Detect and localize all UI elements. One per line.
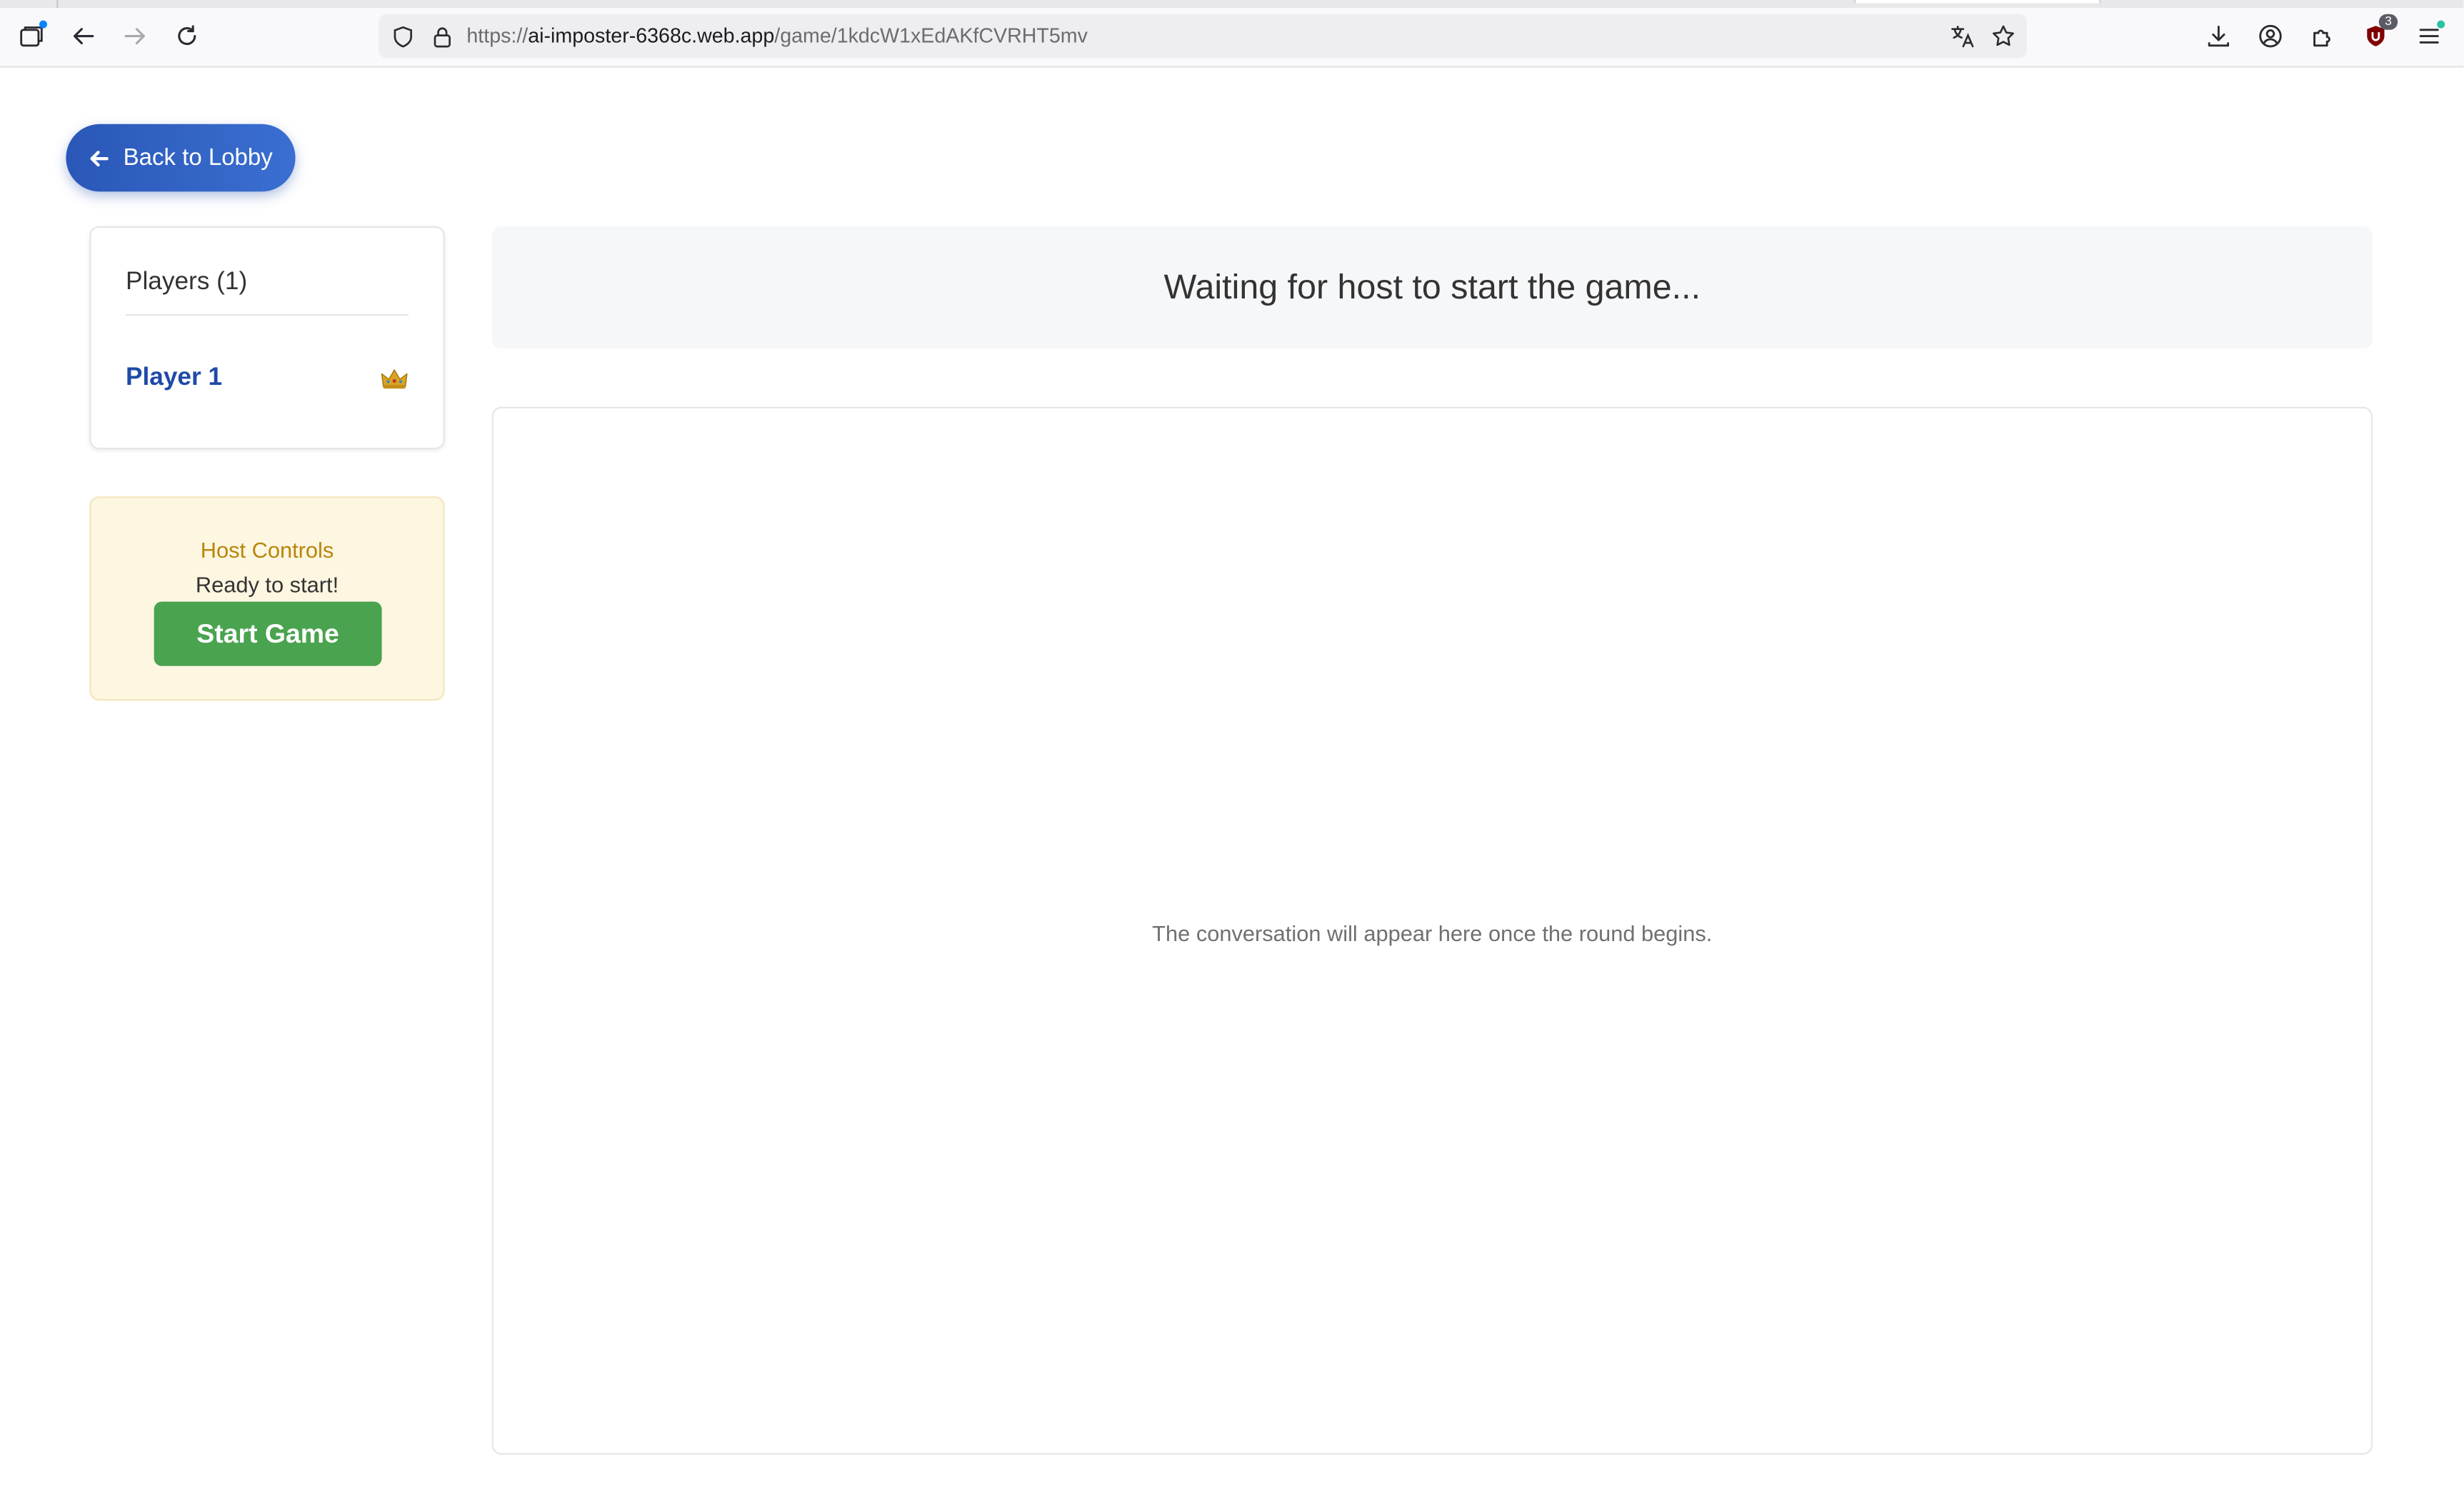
url-path: /game/1kdcW1xEdAKfCVRHT5mv xyxy=(774,24,1088,47)
divider xyxy=(126,314,409,316)
active-tab[interactable] xyxy=(1854,0,2101,4)
ublock-icon[interactable]: 3 xyxy=(2358,14,2398,53)
players-panel: Players (1) Player 1 xyxy=(89,226,445,450)
game-status-message: Waiting for host to start the game... xyxy=(1163,267,1701,306)
download-icon[interactable] xyxy=(2201,19,2235,53)
crown-icon xyxy=(381,369,408,389)
player-list-item: Player 1 xyxy=(126,360,409,398)
url-text[interactable]: https://ai-imposter-6368c.web.app/game/1… xyxy=(466,24,1088,47)
host-ready-status: Ready to start! xyxy=(195,571,339,597)
url-scheme: https:// xyxy=(466,24,529,47)
tab-overview-indicator xyxy=(39,20,47,29)
tab-overview-icon[interactable] xyxy=(14,19,49,53)
reload-icon[interactable] xyxy=(170,19,204,53)
start-game-button[interactable]: Start Game xyxy=(154,601,382,666)
game-status-banner: Waiting for host to start the game... xyxy=(491,226,2373,349)
back-to-lobby-label: Back to Lobby xyxy=(123,144,273,171)
bookmark-star-icon[interactable] xyxy=(1989,22,2018,51)
tab-divider xyxy=(56,0,59,8)
page-root: https://ai-imposter-6368c.web.app/game/1… xyxy=(0,0,2464,1487)
extensions-icon[interactable] xyxy=(2305,19,2339,53)
update-indicator xyxy=(2437,20,2445,29)
account-icon[interactable] xyxy=(2253,19,2288,53)
conversation-panel: The conversation will appear here once t… xyxy=(491,406,2373,1455)
forward-arrow-icon[interactable] xyxy=(118,19,152,53)
back-arrow-icon[interactable] xyxy=(66,19,100,53)
tab-strip xyxy=(0,0,2464,8)
arrow-left-icon xyxy=(91,150,109,166)
lock-icon[interactable] xyxy=(427,22,456,51)
menu-icon[interactable] xyxy=(2412,19,2446,53)
conversation-placeholder: The conversation will appear here once t… xyxy=(1152,920,1713,946)
host-controls-panel: Host Controls Ready to start! Start Game xyxy=(89,496,445,701)
host-controls-title: Host Controls xyxy=(200,537,334,563)
url-bar[interactable]: https://ai-imposter-6368c.web.app/game/1… xyxy=(379,14,2028,59)
translate-icon[interactable] xyxy=(1948,22,1977,51)
navigation-toolbar: https://ai-imposter-6368c.web.app/game/1… xyxy=(0,8,2464,68)
players-title: Players (1) xyxy=(126,268,248,296)
back-to-lobby-button[interactable]: Back to Lobby xyxy=(66,124,296,192)
player-name: Player 1 xyxy=(126,364,223,391)
url-host: ai-imposter-6368c.web.app xyxy=(528,24,775,47)
extension-badge-count: 3 xyxy=(2378,14,2398,30)
shield-icon[interactable] xyxy=(388,22,416,51)
